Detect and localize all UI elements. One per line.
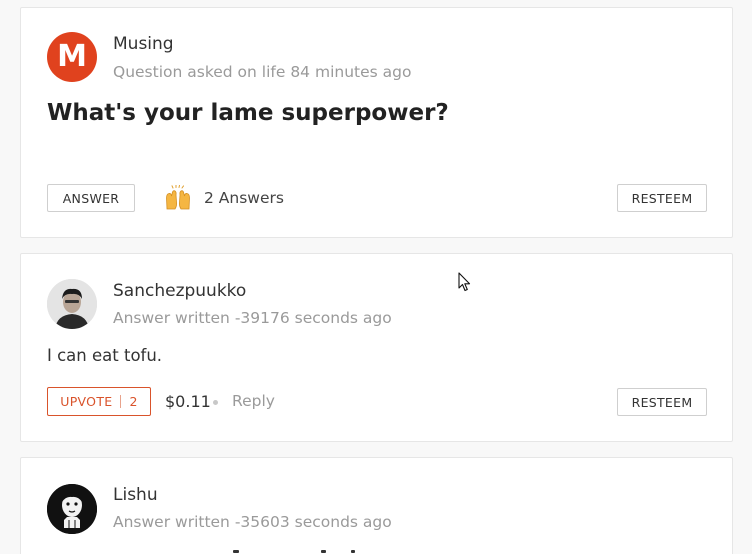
question-card: M Musing Question asked on life 84 minut… bbox=[20, 7, 733, 238]
clipped-text-fragment bbox=[351, 550, 355, 553]
reply-link[interactable]: Reply bbox=[232, 392, 275, 410]
author-avatar[interactable]: M bbox=[47, 32, 97, 82]
answer-button[interactable]: ANSWER bbox=[47, 184, 135, 212]
resteem-button[interactable]: RESTEEM bbox=[617, 184, 707, 212]
sketch-portrait-icon bbox=[47, 484, 97, 534]
answer-card: Sanchezpuukko Answer written -39176 seco… bbox=[20, 253, 733, 442]
payout-amount[interactable]: $0.11 bbox=[165, 392, 211, 411]
question-meta: Question asked on life 84 minutes ago bbox=[113, 63, 412, 81]
answer-meta: Answer written -39176 seconds ago bbox=[113, 309, 392, 327]
mouse-cursor-icon bbox=[458, 272, 471, 292]
clipped-text-fragment bbox=[321, 550, 326, 553]
upvote-count: 2 bbox=[129, 394, 138, 409]
person-photo-icon bbox=[47, 279, 97, 329]
avatar-letter: M bbox=[57, 39, 87, 74]
author-name[interactable]: Musing bbox=[113, 34, 174, 54]
upvote-button[interactable]: UPVOTE 2 bbox=[47, 387, 151, 416]
separator-dot bbox=[213, 400, 218, 405]
author-name[interactable]: Sanchezpuukko bbox=[113, 281, 246, 301]
author-avatar[interactable] bbox=[47, 484, 97, 534]
question-title[interactable]: What's your lame superpower? bbox=[47, 100, 449, 126]
author-name[interactable]: Lishu bbox=[113, 485, 158, 505]
author-avatar[interactable] bbox=[47, 279, 97, 329]
answers-count[interactable]: 2 Answers bbox=[164, 184, 284, 212]
answer-card: Lishu Answer written -35603 seconds ago bbox=[20, 457, 733, 554]
upvote-divider bbox=[120, 395, 122, 408]
answer-body: I can eat tofu. bbox=[47, 346, 163, 365]
clipped-text-fragment bbox=[233, 550, 239, 553]
answers-count-label: 2 Answers bbox=[204, 189, 284, 207]
answer-meta: Answer written -35603 seconds ago bbox=[113, 513, 392, 531]
raising-hands-icon bbox=[166, 185, 190, 210]
upvote-label: UPVOTE bbox=[60, 394, 113, 409]
resteem-button[interactable]: RESTEEM bbox=[617, 388, 707, 416]
